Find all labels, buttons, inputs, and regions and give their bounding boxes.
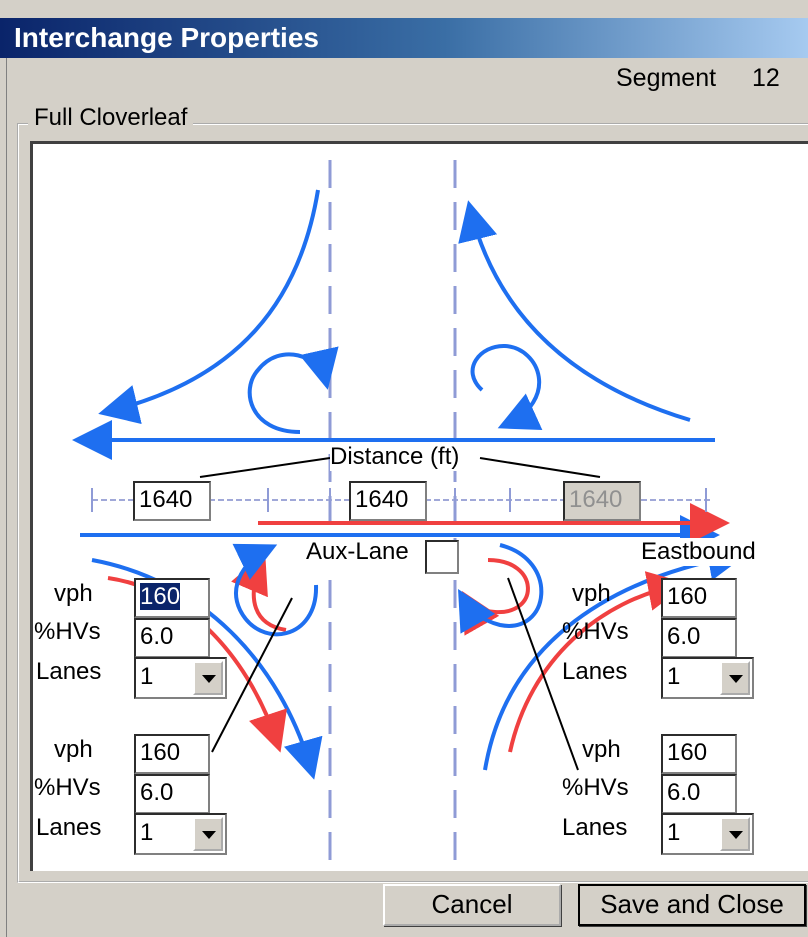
nw-offramp-arrow — [98, 189, 320, 425]
tr-lanes-label: Lanes — [562, 658, 628, 685]
br-vph-label: vph — [582, 736, 621, 763]
tr-lanes-select[interactable]: 1 — [661, 657, 754, 699]
aux-lane-checkbox[interactable] — [425, 540, 459, 574]
tr-hv-label: %HVs — [562, 618, 629, 645]
segment-label: Segment — [616, 64, 717, 92]
bl-lanes-select[interactable]: 1 — [134, 813, 227, 855]
distance-field-1[interactable]: 1640 — [133, 481, 211, 521]
distance-field-3: 1640 — [563, 481, 641, 521]
distance-leader-left — [199, 457, 331, 478]
chevron-down-icon[interactable] — [193, 817, 223, 851]
br-lanes-label: Lanes — [562, 814, 628, 841]
tl-lanes-value: 1 — [140, 663, 154, 690]
tr-lanes-value: 1 — [667, 663, 681, 690]
tr-vph-field[interactable]: 160 — [661, 578, 737, 618]
tl-lanes-select[interactable]: 1 — [134, 657, 227, 699]
tl-lanes-label: Lanes — [36, 658, 102, 685]
save-and-close-button[interactable]: Save and Close — [578, 884, 806, 926]
br-lanes-value: 1 — [667, 819, 681, 846]
aux-lane-label: Aux-Lane — [306, 538, 409, 566]
background-window-strip — [0, 0, 808, 18]
window-title: Interchange Properties — [14, 22, 319, 53]
tr-hv-field[interactable]: 6.0 — [661, 618, 737, 658]
ne-onramp-arrow — [458, 200, 691, 422]
bl-vph-field[interactable]: 160 — [134, 734, 210, 774]
segment-number: 12 — [752, 64, 780, 92]
chevron-down-icon[interactable] — [193, 661, 223, 695]
tl-vph-field[interactable]: 160 — [134, 578, 210, 618]
chevron-down-icon[interactable] — [720, 661, 750, 695]
ne-loop-arrow — [470, 343, 543, 430]
br-hv-label: %HVs — [562, 774, 629, 801]
direction-label: Eastbound — [641, 538, 756, 566]
bl-vph-label: vph — [54, 736, 93, 763]
window-left-border — [0, 58, 7, 937]
bl-lanes-label: Lanes — [36, 814, 102, 841]
br-vph-field[interactable]: 160 — [661, 734, 737, 774]
tl-hv-field[interactable]: 6.0 — [134, 618, 210, 658]
distance-field-2[interactable]: 1640 — [349, 481, 427, 521]
group-label: Full Cloverleaf — [28, 104, 194, 132]
sw-loop-arrow — [232, 543, 319, 637]
bl-lanes-value: 1 — [140, 819, 154, 846]
chevron-down-icon[interactable] — [720, 817, 750, 851]
bl-hv-field[interactable]: 6.0 — [134, 774, 210, 814]
tl-hv-label: %HVs — [34, 618, 101, 645]
window-title-bar: Interchange Properties — [0, 18, 808, 58]
nw-loop-arrow — [247, 346, 339, 434]
tl-vph-value: 160 — [140, 583, 181, 610]
cancel-button[interactable]: Cancel — [383, 884, 561, 926]
tr-vph-label: vph — [572, 580, 611, 607]
distance-label: Distance (ft) — [330, 443, 460, 471]
distance-leader-right — [479, 457, 601, 478]
bl-hv-label: %HVs — [34, 774, 101, 801]
br-lanes-select[interactable]: 1 — [661, 813, 754, 855]
tl-vph-label: vph — [54, 580, 93, 607]
br-hv-field[interactable]: 6.0 — [661, 774, 737, 814]
